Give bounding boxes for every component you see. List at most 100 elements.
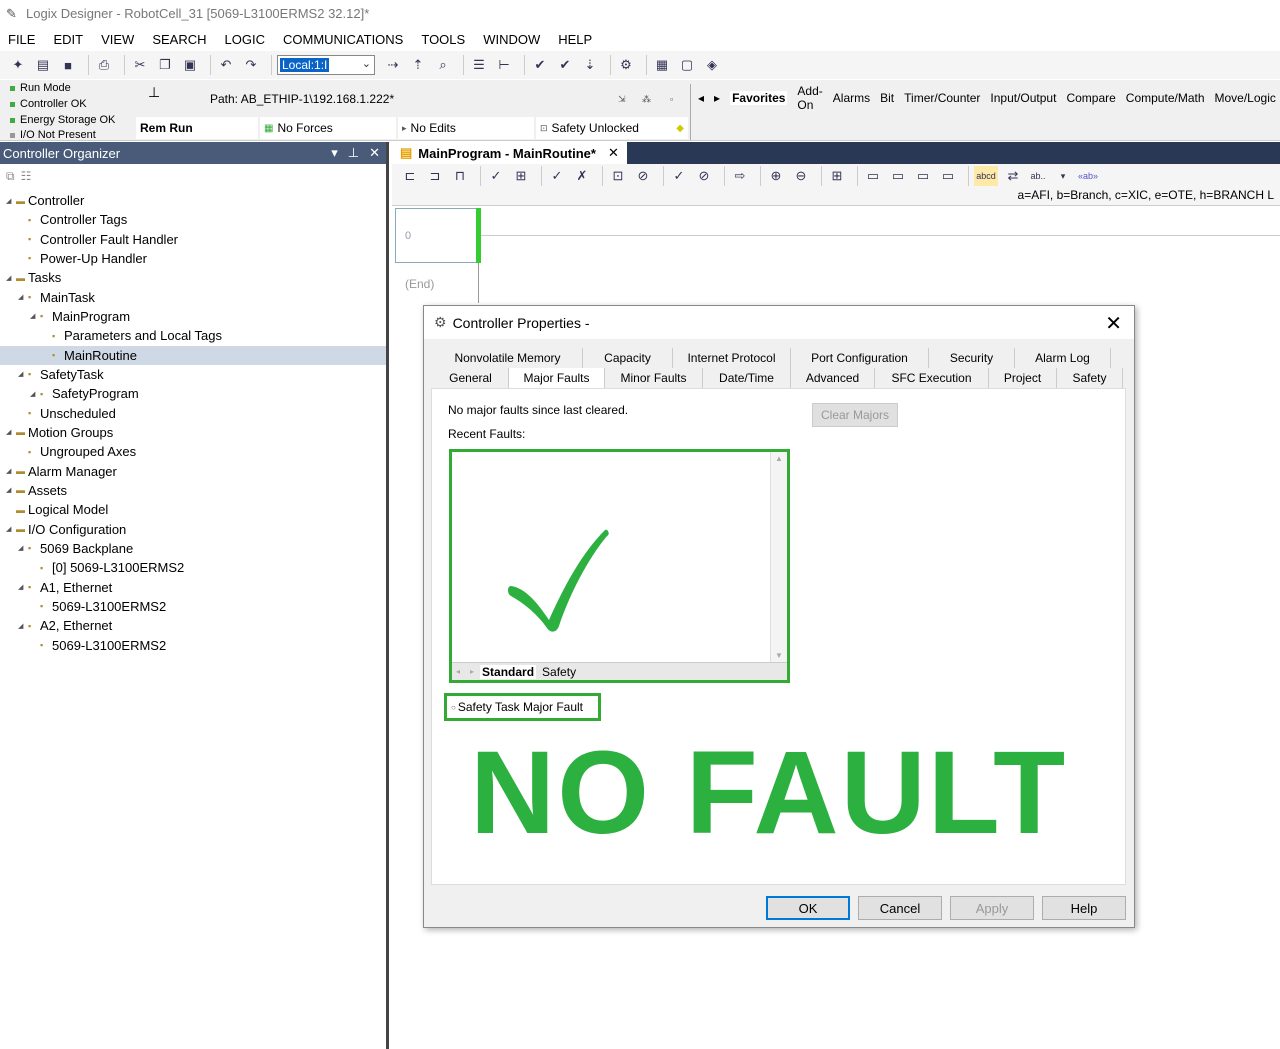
recent-faults-list[interactable]: ▲ ▼ ◂ ▸ Standard Safety (449, 449, 790, 683)
cancel-edits-icon[interactable]: ⊘ (633, 166, 653, 186)
tree-item[interactable]: ▪ Unscheduled (0, 404, 386, 423)
menu-tools[interactable]: TOOLS (419, 32, 467, 47)
tab-project[interactable]: Project (989, 368, 1057, 388)
tree-item[interactable]: ◢ ▪ 5069 Backplane (0, 539, 386, 558)
chevron-down-icon[interactable]: ⌄ (362, 57, 371, 70)
palette-tab-bit[interactable]: Bit (880, 91, 894, 105)
expand-arrow-icon[interactable]: ◢ (18, 622, 26, 630)
expand-arrow-icon[interactable]: ◢ (6, 525, 14, 533)
check-routine-icon[interactable]: ✔ (530, 55, 550, 75)
tab-advanced[interactable]: Advanced (791, 368, 875, 388)
menu-window[interactable]: WINDOW (481, 32, 542, 47)
toggle-tags-icon[interactable]: ▭ (913, 166, 933, 186)
module-icon[interactable]: ▦ (652, 55, 672, 75)
tree-item[interactable]: ▪ MainRoutine (0, 345, 386, 365)
verify-routine-icon[interactable]: ✓ (669, 166, 689, 186)
tab-date-time[interactable]: Date/Time (703, 368, 791, 388)
expand-arrow-icon[interactable]: ◢ (18, 370, 26, 378)
toggle-descriptions-icon[interactable]: ▭ (888, 166, 908, 186)
ok-button[interactable]: OK (766, 896, 850, 920)
clear-marks-icon[interactable]: ⊘ (694, 166, 714, 186)
add-rung-icon[interactable]: ⊏ (400, 166, 420, 186)
text-view-icon[interactable]: abcd (974, 166, 998, 186)
recent-tab-standard[interactable]: Standard (480, 664, 537, 679)
tab-nonvolatile-memory[interactable]: Nonvolatile Memory (433, 348, 583, 368)
expand-arrow-icon[interactable]: ◢ (30, 312, 38, 320)
undo-icon[interactable]: ↶ (216, 55, 236, 75)
tree-item[interactable]: ◢ ▪ SafetyProgram (0, 384, 386, 403)
redo-icon[interactable]: ↷ (241, 55, 261, 75)
palette-tab-timer-counter[interactable]: Timer/Counter (904, 91, 980, 105)
menu-help[interactable]: HELP (556, 32, 594, 47)
tree-item[interactable]: ▬ Logical Model (0, 500, 386, 519)
tab-port-configuration[interactable]: Port Configuration (791, 348, 929, 368)
go-online-icon[interactable]: ⇢ (383, 55, 403, 75)
expand-arrow-icon[interactable]: ◢ (6, 467, 14, 475)
tree-item[interactable]: ◢ ▬ Assets (0, 481, 386, 500)
tree-item[interactable]: ▪ Parameters and Local Tags (0, 326, 386, 345)
tree-item[interactable]: ◢ ▬ Tasks (0, 268, 386, 287)
menu-logic[interactable]: LOGIC (223, 32, 267, 47)
tab-major-faults[interactable]: Major Faults (509, 368, 605, 388)
expand-arrow-icon[interactable]: ◢ (30, 390, 38, 398)
expand-arrow-icon[interactable]: ◢ (6, 274, 14, 282)
print-icon[interactable]: ⎙ (94, 55, 114, 75)
tab-capacity[interactable]: Capacity (583, 348, 673, 368)
pin-icon[interactable]: ⊥ (348, 145, 359, 161)
tree-item[interactable]: ◢ ▬ Motion Groups (0, 423, 386, 442)
menu-communications[interactable]: COMMUNICATIONS (281, 32, 405, 47)
expand-arrow-icon[interactable]: ◢ (6, 197, 14, 205)
path-browse-icon[interactable]: ⇲ (618, 94, 626, 105)
collapse-all-icon[interactable]: ⧉ (6, 169, 15, 184)
palette-tab-compare[interactable]: Compare (1066, 91, 1115, 105)
tab-minor-faults[interactable]: Minor Faults (605, 368, 703, 388)
tree-item[interactable]: ▪ Controller Fault Handler (0, 230, 386, 249)
network-icon[interactable]: ⁂ (642, 94, 651, 105)
menu-view[interactable]: VIEW (99, 32, 136, 47)
tree-item[interactable]: ▪ 5069-L3100ERMS2 (0, 636, 386, 655)
accept-edits-icon[interactable]: ⊞ (511, 166, 531, 186)
new-icon[interactable]: ✦ (8, 55, 28, 75)
tree-item[interactable]: ◢ ▪ A1, Ethernet (0, 578, 386, 597)
zoom-in-icon[interactable]: ⊕ (766, 166, 786, 186)
scroll-up-icon[interactable]: ▲ (775, 454, 783, 463)
expand-arrow-icon[interactable]: ◢ (6, 486, 14, 494)
tree-item[interactable]: ▪ [0] 5069-L3100ERMS2 (0, 558, 386, 577)
apply-button[interactable]: Apply (950, 896, 1034, 920)
forces-status[interactable]: ▦ No Forces (260, 117, 396, 139)
view-options-icon[interactable]: ☷ (21, 169, 32, 183)
scroll-down-icon[interactable]: ▼ (775, 651, 783, 660)
paste-icon[interactable]: ▣ (180, 55, 200, 75)
tree-item[interactable]: ▪ Controller Tags (0, 210, 386, 229)
tree-item[interactable]: ◢ ▪ A2, Ethernet (0, 616, 386, 635)
expand-arrow-icon[interactable]: ◢ (18, 293, 26, 301)
tab-safety[interactable]: Safety (1057, 368, 1123, 388)
copy-icon[interactable]: ❐ (155, 55, 175, 75)
palette-tab-input-output[interactable]: Input/Output (990, 91, 1056, 105)
palette-scroll-left-icon[interactable]: ◂ (698, 91, 704, 105)
menu-search[interactable]: SEARCH (150, 32, 208, 47)
safety-status[interactable]: ⊡ Safety Unlocked ◆ (536, 117, 688, 139)
menu-file[interactable]: FILE (6, 32, 37, 47)
zoom-out-icon[interactable]: ⊖ (791, 166, 811, 186)
close-icon[interactable]: ✕ (369, 145, 380, 161)
assemble-edits-icon[interactable]: ⊡ (608, 166, 628, 186)
recent-faults-scrollbar[interactable]: ▲ ▼ (770, 452, 787, 662)
tree-item[interactable]: ◢ ▪ MainTask (0, 288, 386, 307)
path-pin-icon[interactable]: ▫ (670, 94, 673, 104)
add-branch-level-icon[interactable]: ⊓ (450, 166, 470, 186)
expand-arrow-icon[interactable]: ◢ (6, 428, 14, 436)
ascii-icon[interactable]: ab.. (1028, 166, 1048, 186)
toggle-operands-icon[interactable]: ▭ (938, 166, 958, 186)
settings-icon[interactable]: ⚙ (616, 55, 636, 75)
tree-item[interactable]: ◢ ▪ SafetyTask (0, 365, 386, 384)
go-to-icon[interactable]: ⇨ (730, 166, 750, 186)
expand-arrow-icon[interactable]: ◢ (18, 544, 26, 552)
browse-icon[interactable]: ⌕ (433, 55, 453, 75)
display-options-icon[interactable]: ⊞ (827, 166, 847, 186)
tree-item[interactable]: ◢ ▬ I/O Configuration (0, 520, 386, 539)
expand-arrow-icon[interactable]: ◢ (18, 583, 26, 591)
tag-format-icon[interactable]: «ab» (1078, 166, 1098, 186)
save-icon[interactable]: ■ (58, 55, 78, 75)
test-edits-icon[interactable]: ✓ (547, 166, 567, 186)
